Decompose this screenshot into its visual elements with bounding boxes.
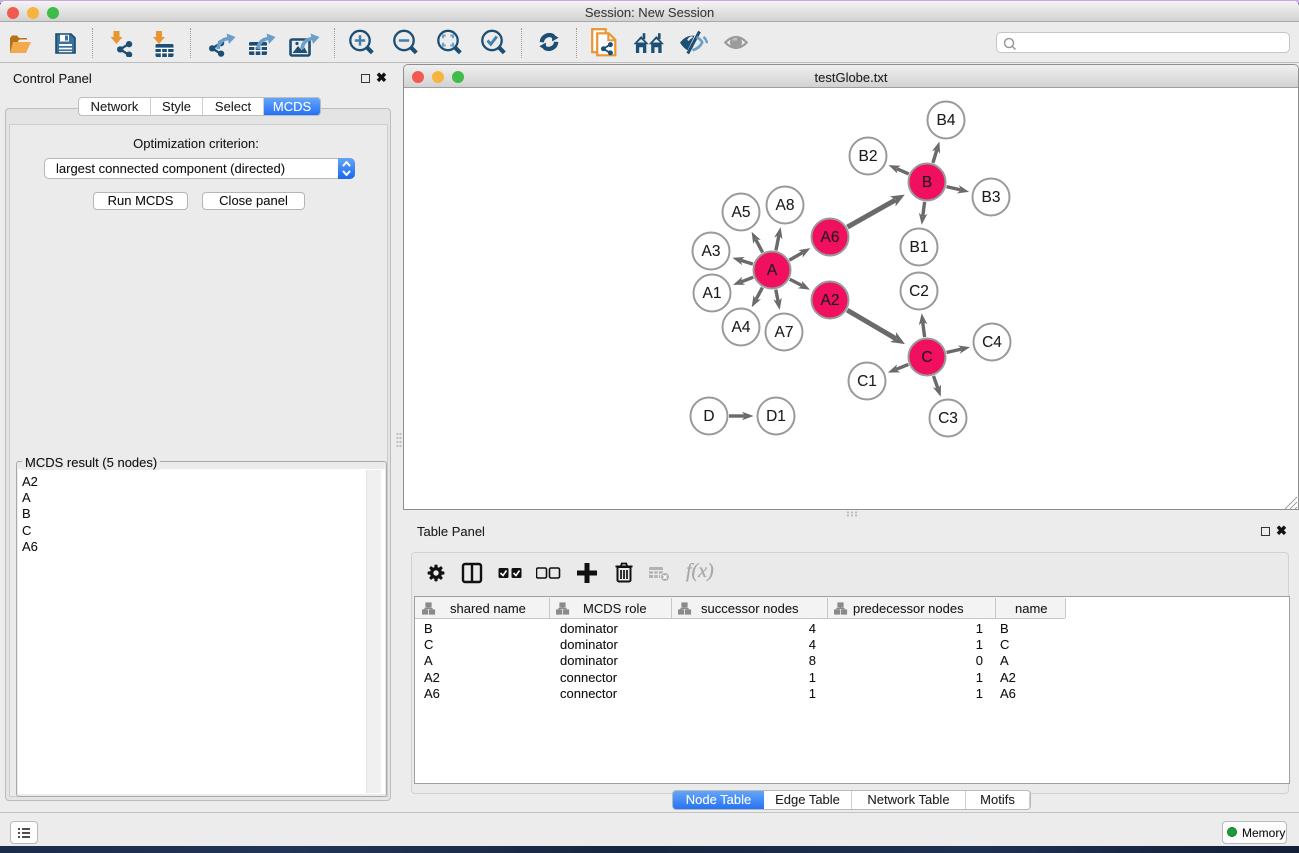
svg-text:C1: C1 (857, 373, 877, 390)
svg-text:A6: A6 (821, 229, 840, 246)
svg-text:C4: C4 (982, 334, 1002, 351)
svg-text:B1: B1 (910, 239, 929, 256)
svg-text:A5: A5 (732, 204, 751, 221)
svg-text:D1: D1 (766, 408, 786, 425)
svg-text:C: C (921, 349, 932, 366)
svg-text:B3: B3 (982, 189, 1001, 206)
svg-text:A4: A4 (732, 319, 751, 336)
svg-text:A3: A3 (702, 243, 721, 260)
svg-text:A7: A7 (775, 324, 794, 341)
svg-text:f(x): f(x) (686, 560, 714, 582)
svg-text:A: A (767, 262, 778, 279)
svg-text:A1: A1 (703, 285, 722, 302)
svg-text:D: D (703, 408, 714, 425)
svg-text:B2: B2 (859, 148, 878, 165)
svg-text:A8: A8 (776, 197, 795, 214)
svg-text:B: B (922, 174, 932, 191)
svg-text:B4: B4 (937, 112, 956, 129)
svg-text:A2: A2 (821, 292, 840, 309)
svg-text:C3: C3 (938, 410, 958, 427)
svg-text:C2: C2 (909, 283, 929, 300)
